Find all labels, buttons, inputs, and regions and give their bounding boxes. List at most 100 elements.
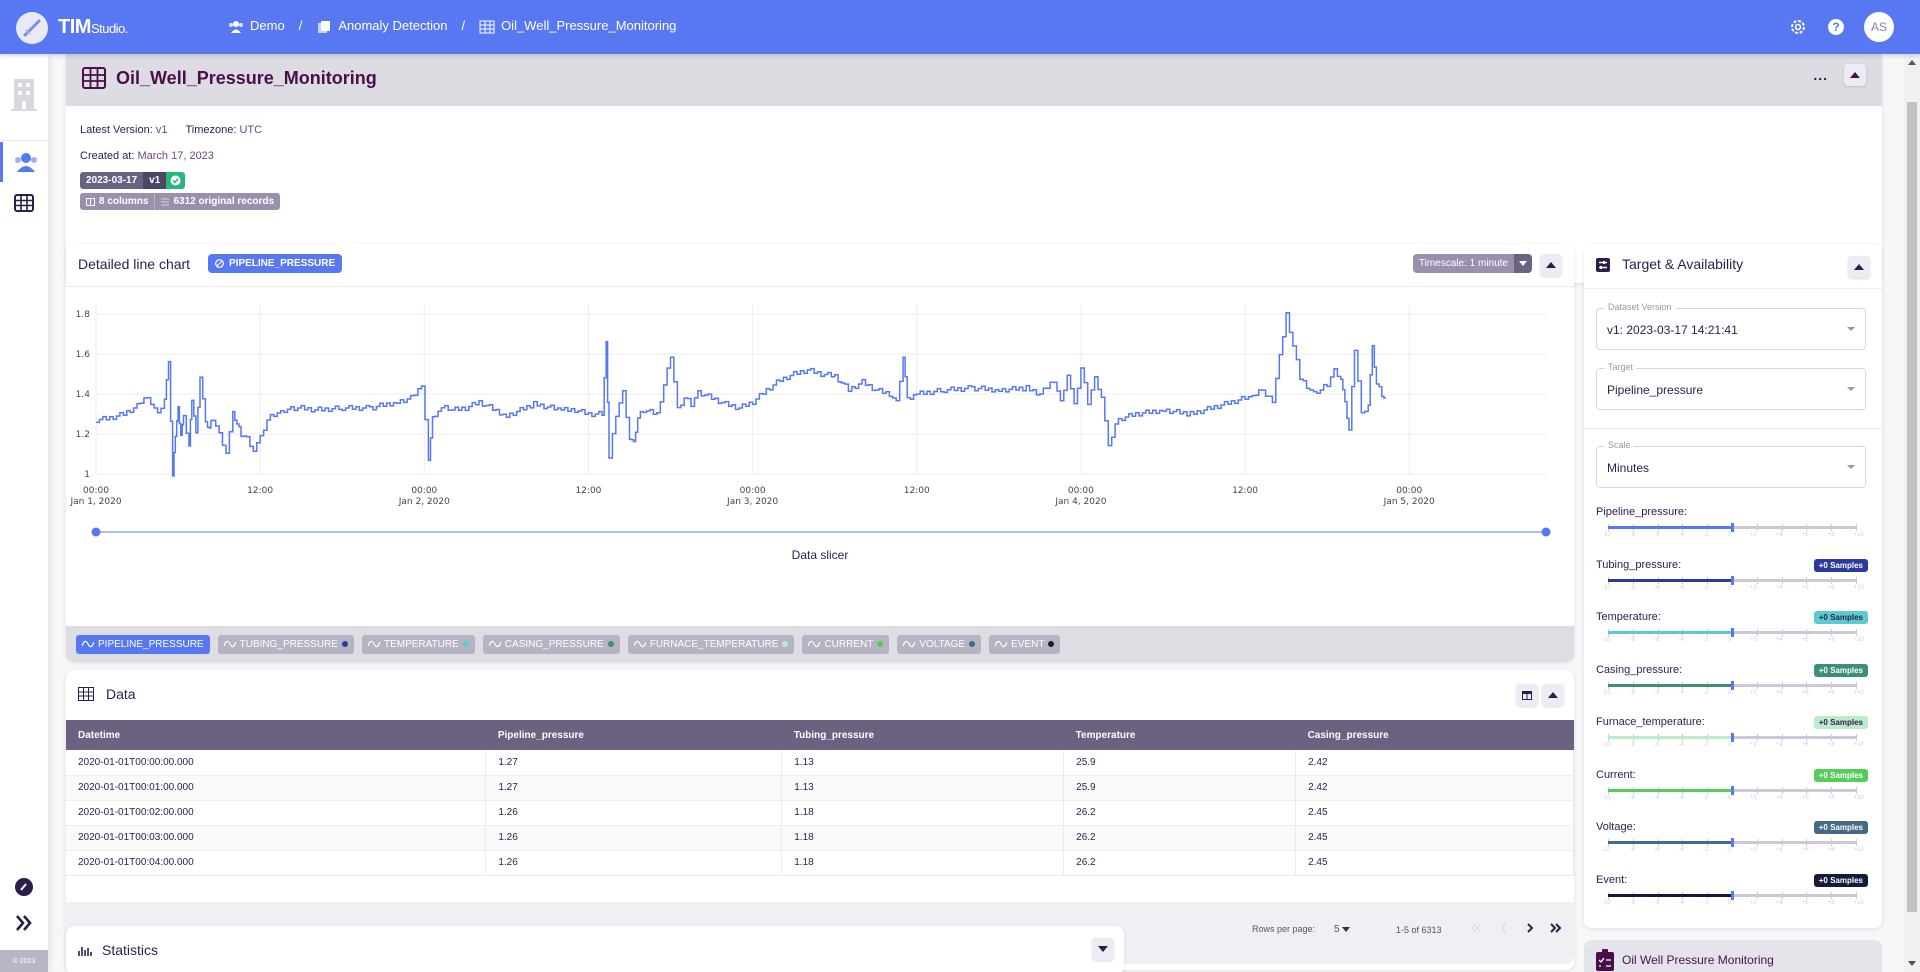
collapse-data-button[interactable] bbox=[1542, 684, 1564, 706]
statistics-card: Statistics bbox=[66, 926, 1124, 972]
settings-gear-icon[interactable] bbox=[1788, 17, 1808, 37]
slider-handle[interactable] bbox=[1731, 523, 1734, 532]
legend-item-voltage[interactable]: VOLTAGE bbox=[897, 634, 982, 654]
availability-slider[interactable] bbox=[1608, 628, 1857, 637]
data-slicer-handle-end[interactable] bbox=[1541, 527, 1551, 537]
legend-item-furnace-temperature[interactable]: FURNACE_TEMPERATURE bbox=[627, 634, 795, 654]
bottom-tab-use-case[interactable]: Oil Well Pressure Monitoring bbox=[1584, 940, 1882, 972]
caret-down-icon bbox=[1847, 387, 1855, 391]
slider-handle[interactable] bbox=[1731, 628, 1734, 637]
x-tick-date: Jan 3, 2020 bbox=[726, 497, 778, 507]
sidebar-edit[interactable] bbox=[0, 878, 48, 896]
previous-page-button[interactable] bbox=[1498, 922, 1510, 937]
next-page-button[interactable] bbox=[1524, 922, 1536, 937]
scroll-thumb[interactable] bbox=[1907, 102, 1917, 912]
breadcrumb-separator: / bbox=[461, 18, 466, 34]
column-header[interactable]: Datetime bbox=[66, 720, 486, 750]
slider-tick-label: +6 bbox=[1801, 584, 1809, 591]
version-number-tag: v1 bbox=[143, 172, 167, 189]
slider-tick-label: +8 bbox=[1827, 637, 1835, 643]
availability-slider[interactable] bbox=[1608, 523, 1857, 532]
legend-item-tubing-pressure[interactable]: TUBING_PRESSURE bbox=[217, 634, 354, 654]
breadcrumb-dataset[interactable]: Oil_Well_Pressure_Monitoring bbox=[479, 18, 676, 34]
scale-select[interactable]: Scale Minutes bbox=[1596, 440, 1866, 488]
breadcrumb-anomaly-detection[interactable]: Anomaly Detection bbox=[316, 18, 447, 34]
bottom-tab-label: Oil Well Pressure Monitoring bbox=[1622, 953, 1774, 967]
sidebar-item-datasets[interactable] bbox=[0, 188, 48, 218]
slider-handle[interactable] bbox=[1731, 838, 1734, 847]
slider-tick-label: -6 bbox=[1654, 794, 1660, 801]
slider-tick bbox=[1831, 629, 1833, 636]
target-select[interactable]: Target Pipeline_pressure bbox=[1596, 362, 1866, 410]
app-logo[interactable]: TIMStudio. bbox=[58, 16, 128, 39]
legend-color-dot bbox=[877, 641, 884, 647]
clipboard-list-icon bbox=[1596, 949, 1614, 971]
availability-label: Temperature: bbox=[1596, 611, 1661, 623]
availability-slider[interactable] bbox=[1608, 733, 1857, 742]
user-avatar[interactable]: AS bbox=[1864, 12, 1894, 42]
slider-tick-label: -8 bbox=[1629, 899, 1636, 906]
rows-per-page-select[interactable]: 5 bbox=[1334, 902, 1351, 958]
slider-tick-label: +4 bbox=[1775, 847, 1783, 853]
help-icon[interactable]: ? bbox=[1826, 17, 1846, 37]
slider-tick-label: +6 bbox=[1801, 899, 1809, 906]
column-header[interactable]: Temperature bbox=[1063, 720, 1296, 750]
data-slicer-handle-start[interactable] bbox=[91, 527, 101, 537]
x-tick-date: Jan 1, 2020 bbox=[69, 497, 121, 507]
more-options-button[interactable]: ... bbox=[1813, 67, 1828, 83]
latest-version-value: v1 bbox=[155, 124, 168, 136]
slider-handle[interactable] bbox=[1731, 890, 1734, 900]
slider-handle[interactable] bbox=[1731, 575, 1734, 585]
sidebar-expand-button[interactable] bbox=[0, 912, 48, 934]
collapse-target-button[interactable] bbox=[1848, 256, 1870, 278]
slider-tick-labels: -10 -8 -6 -4 -2 0 +2 +4 +6 +8 +10 bbox=[1602, 532, 1864, 538]
availability-slider[interactable] bbox=[1608, 838, 1857, 847]
column-header[interactable]: Tubing_pressure bbox=[781, 720, 1064, 750]
slider-tick-label: +2 bbox=[1749, 742, 1757, 748]
slider-handle[interactable] bbox=[1731, 680, 1734, 690]
collapse-chart-button[interactable] bbox=[1540, 254, 1562, 276]
breadcrumb-demo[interactable]: Demo bbox=[228, 18, 285, 34]
slider-handle[interactable] bbox=[1731, 733, 1734, 742]
availability-slider[interactable] bbox=[1608, 575, 1857, 585]
target-badge[interactable]: PIPELINE_PRESSURE bbox=[208, 254, 343, 273]
timezone-label: Timezone: bbox=[185, 124, 237, 136]
x-tick-time: 12:00 bbox=[1232, 486, 1258, 496]
legend-item-current[interactable]: CURRENT bbox=[802, 634, 890, 654]
table-cell: 1.13 bbox=[781, 775, 1065, 801]
column-header[interactable]: Casing_pressure bbox=[1295, 720, 1574, 750]
collapse-header-button[interactable] bbox=[1844, 64, 1866, 86]
availability-slider[interactable] bbox=[1608, 680, 1857, 690]
legend-item-pipeline-pressure[interactable]: PIPELINE_PRESSURE bbox=[76, 634, 210, 654]
slider-tick bbox=[1781, 891, 1783, 899]
first-page-button[interactable] bbox=[1470, 922, 1482, 937]
y-tick-label: 1 bbox=[84, 470, 90, 480]
data-slicer-label: Data slicer bbox=[791, 548, 849, 562]
legend-item-casing-pressure[interactable]: CASING_PRESSURE bbox=[482, 634, 620, 654]
dataset-version-select[interactable]: Dataset Version v1: 2023-03-17 14:21:41 bbox=[1596, 302, 1866, 350]
slider-tick-label: -10 bbox=[1602, 847, 1611, 853]
column-header[interactable]: Pipeline_pressure bbox=[485, 720, 782, 750]
sidebar-organization[interactable] bbox=[0, 76, 48, 114]
availability-slider[interactable] bbox=[1608, 785, 1857, 795]
expand-statistics-button[interactable] bbox=[1092, 938, 1114, 960]
slider-tick-label: -2 bbox=[1703, 637, 1709, 643]
availability-slider[interactable] bbox=[1608, 890, 1857, 900]
last-page-button[interactable] bbox=[1550, 922, 1562, 937]
version-tag[interactable]: 2023-03-17 v1 bbox=[80, 172, 186, 189]
scroll-up-icon[interactable] bbox=[1908, 60, 1916, 65]
timescale-dropdown[interactable]: Timescale: 1 minute bbox=[1412, 254, 1532, 273]
column-settings-button[interactable] bbox=[1516, 684, 1538, 706]
logo-icon[interactable] bbox=[16, 12, 48, 44]
slider-handle[interactable] bbox=[1731, 785, 1734, 795]
table-icon bbox=[78, 687, 94, 701]
slider-tick-label: +2 bbox=[1749, 637, 1757, 643]
app-name: TIM bbox=[58, 16, 91, 38]
scroll-down-icon[interactable] bbox=[1908, 961, 1916, 966]
page-scrollbar[interactable] bbox=[1904, 54, 1920, 972]
legend-item-event[interactable]: EVENT bbox=[989, 634, 1061, 654]
sidebar-item-users[interactable] bbox=[0, 142, 48, 182]
legend-item-temperature[interactable]: TEMPERATURE bbox=[361, 634, 475, 654]
app-name-suffix: Studio. bbox=[90, 21, 128, 36]
slider-tick bbox=[1756, 576, 1758, 584]
